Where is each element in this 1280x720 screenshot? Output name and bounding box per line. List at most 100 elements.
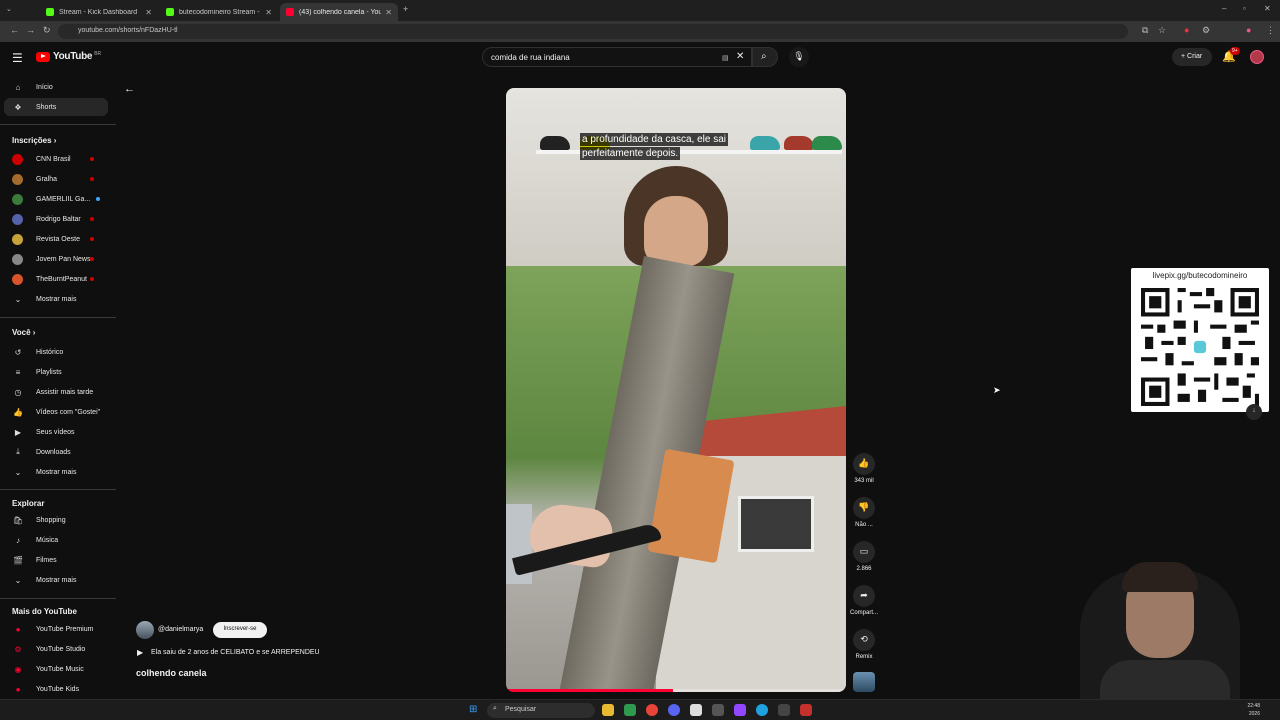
twitch-icon[interactable] — [734, 704, 746, 716]
shoe — [812, 136, 842, 150]
close-icon[interactable]: ✕ — [385, 8, 392, 17]
sidebar-item-rodrigo-baltar[interactable]: Rodrigo Baltar — [4, 210, 108, 228]
store-icon[interactable] — [624, 704, 636, 716]
taskbar-search-input[interactable]: ⌕ Pesquisar — [487, 703, 595, 718]
sidebar-item-label: Mostrar mais — [36, 295, 77, 303]
qr-url-text: livepix.gg/butecodomineiro — [1152, 271, 1248, 280]
tab-kick-stream[interactable]: butecodomineiro Stream - Wa ✕ — [160, 3, 278, 21]
sidebar-item-gralha[interactable]: Gralha — [4, 170, 108, 188]
keyboard-icon[interactable]: ▤ — [722, 54, 729, 62]
subscriptions-heading[interactable]: Inscrições › — [12, 136, 56, 145]
dislike-button[interactable]: 👎 Não ... — [853, 497, 875, 528]
you-heading[interactable]: Você › — [12, 328, 35, 337]
profile-icon[interactable]: ● — [1246, 25, 1251, 35]
sidebar-item-show-more-explore[interactable]: ⌄ Mostrar mais — [4, 571, 108, 589]
live-indicator — [90, 257, 94, 261]
channel-name[interactable]: @danielmarya — [158, 626, 203, 633]
channel-avatar[interactable] — [136, 621, 154, 639]
forward-icon[interactable]: → — [26, 25, 35, 35]
reload-icon[interactable]: ↻ — [43, 25, 51, 36]
share-button[interactable]: ➦ Compart... — [850, 585, 878, 616]
sidebar-item-jovem-pan[interactable]: Jovem Pan News — [4, 250, 108, 268]
system-clock[interactable]: 22:48 2026 — [1236, 702, 1260, 718]
shorts-icon: ❖ — [14, 102, 22, 112]
remix-button[interactable]: ⟲ Remix — [853, 629, 875, 660]
back-arrow-icon[interactable]: ← — [124, 83, 135, 95]
sidebar-item-music[interactable]: ♪ Música — [4, 531, 108, 549]
settings-gear-icon[interactable] — [778, 704, 790, 716]
mic-icon: 🎙 — [793, 51, 805, 61]
sidebar-item-shorts[interactable]: ❖ Shorts — [4, 98, 108, 116]
next-video-button[interactable]: ↓ — [1246, 404, 1262, 420]
search-input[interactable]: comida de rua indiana — [482, 47, 752, 67]
history-icon: ↺ — [14, 347, 22, 357]
account-avatar[interactable] — [1250, 50, 1264, 64]
sidebar-item-label: Shopping — [36, 516, 66, 524]
video-progress-bar[interactable] — [506, 689, 846, 692]
sound-thumbnail[interactable] — [853, 672, 875, 692]
discord-icon[interactable] — [668, 704, 680, 716]
extensions-puzzle-icon[interactable]: ⚙ — [1202, 25, 1210, 36]
extension-icon[interactable]: ● — [1184, 25, 1189, 35]
maximize-icon[interactable]: ▫ — [1243, 4, 1246, 13]
shorts-video-player[interactable]: a profundidade da casca, ele sai perfeit… — [506, 88, 846, 692]
search-value: comida de rua indiana — [491, 53, 570, 62]
sidebar-item-downloads[interactable]: ⤓ Downloads — [4, 443, 108, 461]
url-field[interactable]: youtube.com/shorts/nFDazHU-tl — [58, 24, 1128, 39]
create-button[interactable]: + Criar — [1172, 48, 1212, 66]
hamburger-menu-icon[interactable]: ☰ — [12, 51, 23, 65]
obs-icon[interactable] — [712, 704, 724, 716]
like-button[interactable]: 👍 343 mil — [853, 453, 875, 484]
youtube-logo[interactable]: YouTube BR — [36, 51, 101, 62]
sidebar-item-history[interactable]: ↺ Histórico — [4, 343, 108, 361]
subscribe-button[interactable]: Inscrever-se — [213, 622, 267, 638]
search-icon: ⌕ — [761, 51, 767, 62]
sidebar-item-youtube-kids[interactable]: ● YouTube Kids — [4, 680, 108, 698]
sidebar-item-gamerliil[interactable]: GAMERLIIL Ga... — [4, 190, 108, 208]
sidebar-item-theburntpeanut[interactable]: TheBurntPeanut — [4, 270, 108, 288]
close-icon[interactable]: ✕ — [145, 8, 152, 17]
sidebar-item-youtube-music[interactable]: ◉ YouTube Music — [4, 660, 108, 678]
back-icon[interactable]: ← — [10, 25, 19, 35]
tab-kick-dashboard[interactable]: Stream - Kick Dashboard ✕ — [40, 3, 158, 21]
tab-search-icon[interactable]: ⌄ — [6, 5, 12, 13]
sidebar-item-revista-oeste[interactable]: Revista Oeste — [4, 230, 108, 248]
related-video-link[interactable]: Ela saiu de 2 anos de CELIBATO e se ARRE… — [151, 649, 320, 656]
sidebar-item-home[interactable]: ⌂ Início — [4, 78, 108, 96]
sidebar-item-watch-later[interactable]: ◷ Assistir mais tarde — [4, 383, 108, 401]
search-button[interactable]: ⌕ — [752, 47, 778, 67]
divider — [0, 124, 116, 125]
sidebar-item-label: Início — [36, 83, 53, 91]
new-tab-icon[interactable]: + — [403, 4, 408, 14]
comments-button[interactable]: ▭ 2.866 — [853, 541, 875, 572]
sidebar-item-playlists[interactable]: ≡ Playlists — [4, 363, 108, 381]
sidebar-item-your-videos[interactable]: ▶ Seus vídeos — [4, 423, 108, 441]
voice-search-button[interactable]: 🎙 — [789, 47, 809, 67]
sidebar-item-cnn-brasil[interactable]: CNN Brasil — [4, 150, 108, 168]
tab-youtube-active[interactable]: (43) colhendo canela - You ✕ — [280, 3, 398, 21]
windows-start-icon[interactable]: ⊞ — [469, 704, 477, 715]
browser-menu-icon[interactable]: ⋮ — [1266, 25, 1275, 36]
bookmark-star-icon[interactable]: ☆ — [1158, 25, 1166, 36]
clear-search-icon[interactable]: ✕ — [736, 51, 744, 62]
remix-icon: ⟲ — [853, 629, 875, 651]
sidebar-item-show-more-subs[interactable]: ⌄ Mostrar mais — [4, 290, 108, 308]
dislike-label: Não ... — [855, 522, 873, 528]
chrome-icon[interactable] — [646, 704, 658, 716]
notepad-icon[interactable] — [690, 704, 702, 716]
close-icon[interactable]: ✕ — [265, 8, 272, 17]
sidebar-item-shopping[interactable]: 🛍 Shopping — [4, 511, 108, 529]
sidebar-item-youtube-premium[interactable]: ● YouTube Premium — [4, 620, 108, 638]
file-explorer-icon[interactable] — [602, 704, 614, 716]
sidebar-item-show-more-you[interactable]: ⌄ Mostrar mais — [4, 463, 108, 481]
sidebar-item-liked-videos[interactable]: 👍 Vídeos com "Gostei" — [4, 403, 108, 421]
edge-icon[interactable] — [756, 704, 768, 716]
more-from-youtube-heading: Mais do YouTube — [12, 607, 77, 616]
sidebar-item-youtube-studio[interactable]: ⚙ YouTube Studio — [4, 640, 108, 658]
minimize-icon[interactable]: – — [1222, 4, 1226, 13]
close-window-icon[interactable]: ✕ — [1264, 4, 1271, 13]
app-icon[interactable] — [800, 704, 812, 716]
sidebar-item-label: Seus vídeos — [36, 428, 75, 436]
sidebar-item-movies[interactable]: 🎬 Filmes — [4, 551, 108, 569]
install-icon[interactable]: ⧉ — [1142, 25, 1148, 36]
